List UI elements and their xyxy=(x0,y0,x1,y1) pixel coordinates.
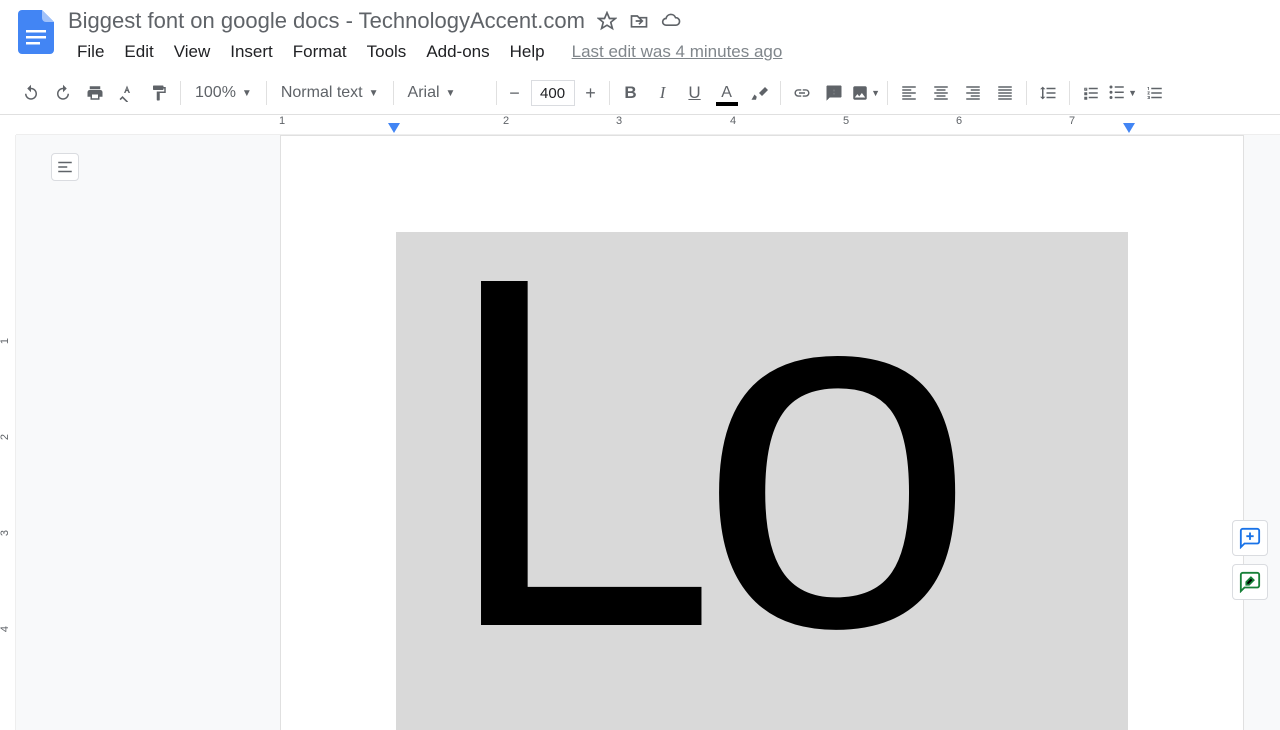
menu-addons[interactable]: Add-ons xyxy=(417,38,498,66)
bulleted-list-button[interactable]: ▼ xyxy=(1108,78,1138,108)
header: Biggest font on google docs - Technology… xyxy=(0,0,1280,66)
suggest-edit-side-button[interactable] xyxy=(1232,564,1268,600)
vertical-ruler[interactable]: 1 2 3 4 xyxy=(0,135,16,730)
separator xyxy=(780,81,781,105)
redo-button[interactable] xyxy=(48,78,78,108)
separator xyxy=(1069,81,1070,105)
chevron-down-icon: ▼ xyxy=(446,88,456,99)
zoom-select[interactable]: 100%▼ xyxy=(187,80,260,106)
docs-logo-icon[interactable] xyxy=(16,8,56,56)
style-select[interactable]: Normal text▼ xyxy=(273,80,387,106)
undo-button[interactable] xyxy=(16,78,46,108)
outline-button[interactable] xyxy=(51,153,79,181)
italic-button[interactable]: I xyxy=(648,78,678,108)
link-button[interactable] xyxy=(787,78,817,108)
align-justify-button[interactable] xyxy=(990,78,1020,108)
separator xyxy=(393,81,394,105)
underline-button[interactable]: U xyxy=(680,78,710,108)
paint-format-button[interactable] xyxy=(144,78,174,108)
toolbar: 100%▼ Normal text▼ Arial▼ − + B I U A ▼ … xyxy=(0,72,1280,115)
align-left-button[interactable] xyxy=(894,78,924,108)
add-comment-side-button[interactable] xyxy=(1232,520,1268,556)
move-icon[interactable] xyxy=(629,11,649,31)
separator xyxy=(180,81,181,105)
separator xyxy=(887,81,888,105)
increase-font-button[interactable]: + xyxy=(579,81,603,105)
right-indent-marker[interactable] xyxy=(1123,123,1135,133)
checklist-button[interactable] xyxy=(1076,78,1106,108)
document-text[interactable]: Lo xyxy=(440,232,956,702)
separator xyxy=(609,81,610,105)
font-select[interactable]: Arial▼ xyxy=(400,80,490,106)
menu-tools[interactable]: Tools xyxy=(358,38,416,66)
highlight-button[interactable] xyxy=(744,78,774,108)
numbered-list-button[interactable] xyxy=(1140,78,1170,108)
print-button[interactable] xyxy=(80,78,110,108)
comment-button[interactable] xyxy=(819,78,849,108)
separator xyxy=(266,81,267,105)
menu-insert[interactable]: Insert xyxy=(221,38,282,66)
text-selection: Lo xyxy=(396,232,1128,730)
image-button[interactable]: ▼ xyxy=(851,78,881,108)
text-color-button[interactable]: A xyxy=(712,78,742,108)
spellcheck-button[interactable] xyxy=(112,78,142,108)
horizontal-ruler[interactable]: 1 2 3 4 5 6 7 xyxy=(16,115,1280,135)
ruler-container: 1 2 3 4 5 6 7 xyxy=(0,115,1280,135)
separator xyxy=(1026,81,1027,105)
bold-button[interactable]: B xyxy=(616,78,646,108)
chevron-down-icon: ▼ xyxy=(242,88,252,99)
align-right-button[interactable] xyxy=(958,78,988,108)
menu-edit[interactable]: Edit xyxy=(115,38,162,66)
cloud-icon[interactable] xyxy=(661,11,681,31)
separator xyxy=(496,81,497,105)
decrease-font-button[interactable]: − xyxy=(503,81,527,105)
last-edit-text[interactable]: Last edit was 4 minutes ago xyxy=(572,42,783,62)
menu-help[interactable]: Help xyxy=(501,38,554,66)
document-area: 1 2 3 4 Lo xyxy=(0,135,1280,730)
side-buttons xyxy=(1232,520,1268,600)
star-icon[interactable] xyxy=(597,11,617,31)
document-title[interactable]: Biggest font on google docs - Technology… xyxy=(68,8,585,34)
menu-file[interactable]: File xyxy=(68,38,113,66)
left-indent-marker[interactable] xyxy=(388,123,400,133)
menu-view[interactable]: View xyxy=(165,38,220,66)
font-size-input[interactable] xyxy=(531,80,575,106)
menubar: File Edit View Insert Format Tools Add-o… xyxy=(68,38,1264,66)
document-page[interactable]: Lo xyxy=(280,135,1244,730)
align-center-button[interactable] xyxy=(926,78,956,108)
chevron-down-icon: ▼ xyxy=(369,88,379,99)
line-spacing-button[interactable] xyxy=(1033,78,1063,108)
menu-format[interactable]: Format xyxy=(284,38,356,66)
